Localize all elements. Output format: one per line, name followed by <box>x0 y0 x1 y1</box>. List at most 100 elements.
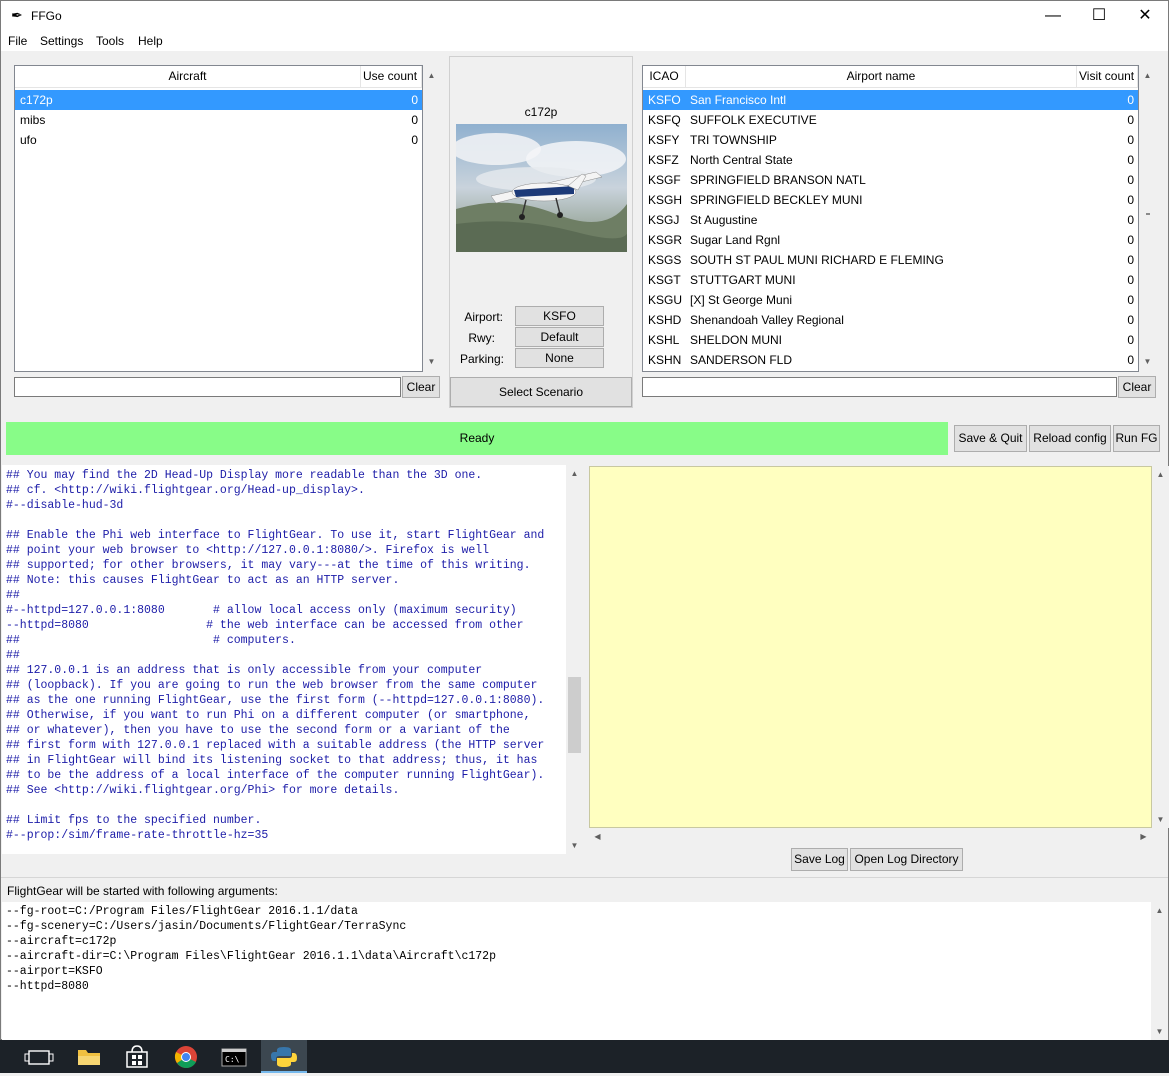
menu-file[interactable]: File <box>8 34 27 48</box>
task-view-icon[interactable] <box>16 1040 62 1073</box>
arguments-text[interactable]: --fg-root=C:/Program Files/FlightGear 20… <box>2 902 1151 1040</box>
airport-row[interactable]: KSFZ North Central State 0 <box>643 150 1138 170</box>
config-line: ## in FlightGear will bind its listening… <box>6 754 538 767</box>
open-log-directory-button[interactable]: Open Log Directory <box>850 848 963 871</box>
arguments-vscrollbar[interactable]: ▲ ▼ <box>1151 902 1168 1040</box>
visit-count-column-header[interactable]: Visit count <box>1077 66 1138 88</box>
airport-row[interactable]: KSGU [X] St George Muni 0 <box>643 290 1138 310</box>
arguments-header-bar: FlightGear will be started with followin… <box>1 877 1168 902</box>
log-hscrollbar[interactable]: ◀ ▶ <box>589 828 1152 845</box>
reload-config-button[interactable]: Reload config <box>1029 425 1111 452</box>
scroll-up-icon[interactable]: ▲ <box>423 67 440 84</box>
airport-row[interactable]: KSGS SOUTH ST PAUL MUNI RICHARD E FLEMING… <box>643 250 1138 270</box>
close-button[interactable]: ✕ <box>1122 1 1168 31</box>
airport-search-input[interactable] <box>642 377 1117 397</box>
airport-visit-count: 0 <box>1127 93 1134 107</box>
title-bar[interactable]: ✒ FFGo — ☐ ✕ <box>1 1 1168 31</box>
file-explorer-icon[interactable] <box>66 1040 112 1073</box>
menu-tools[interactable]: Tools <box>96 34 124 48</box>
scroll-thumb[interactable] <box>568 677 581 753</box>
save-log-button[interactable]: Save Log <box>791 848 848 871</box>
aircraft-row[interactable]: ufo 0 <box>15 130 422 150</box>
airport-row[interactable]: KSHL SHELDON MUNI 0 <box>643 330 1138 350</box>
airport-visit-count: 0 <box>1127 233 1134 247</box>
aircraft-row[interactable]: c172p 0 <box>15 90 422 110</box>
config-line: ## point your web browser to <http://127… <box>6 544 490 557</box>
airport-row[interactable]: KSGH SPRINGFIELD BECKLEY MUNI 0 <box>643 190 1138 210</box>
status-bar: Ready <box>6 422 948 455</box>
airport-row[interactable]: KSFQ SUFFOLK EXECUTIVE 0 <box>643 110 1138 130</box>
log-view[interactable] <box>589 466 1152 828</box>
airport-visit-count: 0 <box>1127 213 1134 227</box>
scroll-up-icon[interactable]: ▲ <box>566 465 583 482</box>
airport-icao: KSGF <box>648 173 681 187</box>
airport-row[interactable]: KSFO San Francisco Intl 0 <box>643 90 1138 110</box>
log-vscrollbar[interactable]: ▲ ▼ <box>1152 466 1169 828</box>
use-count-column-header[interactable]: Use count <box>361 66 422 88</box>
menu-help[interactable]: Help <box>138 34 163 48</box>
config-editor-vscrollbar[interactable]: ▲ ▼ <box>566 465 583 854</box>
scroll-up-icon[interactable]: ▲ <box>1152 466 1169 483</box>
airport-visit-count: 0 <box>1127 333 1134 347</box>
airport-visit-count: 0 <box>1127 253 1134 267</box>
aircraft-clear-button[interactable]: Clear <box>402 376 440 398</box>
airport-list-scrollbar[interactable]: ▲ ▼ <box>1139 65 1156 372</box>
airport-row[interactable]: KSGT STUTTGART MUNI 0 <box>643 270 1138 290</box>
scroll-up-icon[interactable]: ▲ <box>1139 67 1156 84</box>
airport-list[interactable]: ICAO Airport name Visit count KSFO San Fr… <box>642 65 1139 372</box>
airport-row[interactable]: KSFY TRI TOWNSHIP 0 <box>643 130 1138 150</box>
save-quit-button[interactable]: Save & Quit <box>954 425 1027 452</box>
menu-settings[interactable]: Settings <box>40 34 83 48</box>
select-scenario-button[interactable]: Select Scenario <box>450 377 632 407</box>
aircraft-list[interactable]: Aircraft Use count c172p 0 mibs 0 ufo 0 <box>14 65 423 372</box>
airport-icao: KSFQ <box>648 113 681 127</box>
aircraft-search-input[interactable] <box>14 377 401 397</box>
run-fg-button[interactable]: Run FG <box>1113 425 1160 452</box>
icao-column-header[interactable]: ICAO <box>643 66 686 88</box>
scroll-left-icon[interactable]: ◀ <box>589 828 606 845</box>
airport-row[interactable]: KSGF SPRINGFIELD BRANSON NATL 0 <box>643 170 1138 190</box>
maximize-button[interactable]: ☐ <box>1076 1 1122 31</box>
python-icon[interactable] <box>261 1040 307 1073</box>
scroll-right-icon[interactable]: ▶ <box>1135 828 1152 845</box>
taskbar: C:\ <box>0 1040 1169 1073</box>
scroll-down-icon[interactable]: ▼ <box>566 837 583 854</box>
store-icon[interactable] <box>114 1040 160 1073</box>
airport-name: San Francisco Intl <box>690 93 787 107</box>
aircraft-row[interactable]: mibs 0 <box>15 110 422 130</box>
airport-clear-button[interactable]: Clear <box>1118 376 1156 398</box>
airport-row[interactable]: KSGR Sugar Land Rgnl 0 <box>643 230 1138 250</box>
ffgo-window: ✒ FFGo — ☐ ✕ File Settings Tools Help Ai… <box>0 0 1169 1040</box>
config-text-editor[interactable]: ## You may find the 2D Head-Up Display m… <box>2 465 566 854</box>
airport-button[interactable]: KSFO <box>515 306 604 326</box>
scroll-up-icon[interactable]: ▲ <box>1151 902 1168 919</box>
airport-name: SOUTH ST PAUL MUNI RICHARD E FLEMING <box>690 253 944 267</box>
config-line: ## Enable the Phi web interface to Fligh… <box>6 529 545 542</box>
aircraft-column-header[interactable]: Aircraft <box>15 66 361 88</box>
airport-row[interactable]: KSGJ St Augustine 0 <box>643 210 1138 230</box>
parking-button[interactable]: None <box>515 348 604 368</box>
airport-row[interactable]: KSHN SANDERSON FLD 0 <box>643 350 1138 370</box>
scroll-down-icon[interactable]: ▼ <box>1139 353 1156 370</box>
airport-icao: KSGU <box>648 293 683 307</box>
aircraft-list-scrollbar[interactable]: ▲ ▼ <box>423 65 440 372</box>
airport-name-column-header[interactable]: Airport name <box>686 66 1077 88</box>
config-line: ## as the one running FlightGear, use th… <box>6 694 545 707</box>
chrome-icon[interactable] <box>163 1040 209 1073</box>
config-editor-hscrollbar[interactable] <box>2 854 566 871</box>
scroll-position-marker <box>1146 213 1150 215</box>
airport-visit-count: 0 <box>1127 193 1134 207</box>
config-line: ## Otherwise, if you want to run Phi on … <box>6 709 531 722</box>
airport-row[interactable]: KSHD Shenandoah Valley Regional 0 <box>643 310 1138 330</box>
config-line: ## Note: this causes FlightGear to act a… <box>6 574 400 587</box>
command-prompt-icon[interactable]: C:\ <box>211 1040 257 1073</box>
airport-icao: KSGH <box>648 193 683 207</box>
rwy-button[interactable]: Default <box>515 327 604 347</box>
scroll-down-icon[interactable]: ▼ <box>423 353 440 370</box>
minimize-button[interactable]: — <box>1030 1 1076 31</box>
airport-icao: KSGT <box>648 273 681 287</box>
argument-line: --httpd=8080 <box>6 980 89 993</box>
scroll-down-icon[interactable]: ▼ <box>1151 1023 1168 1040</box>
arguments-header: FlightGear will be started with followin… <box>7 884 278 898</box>
scroll-down-icon[interactable]: ▼ <box>1152 811 1169 828</box>
